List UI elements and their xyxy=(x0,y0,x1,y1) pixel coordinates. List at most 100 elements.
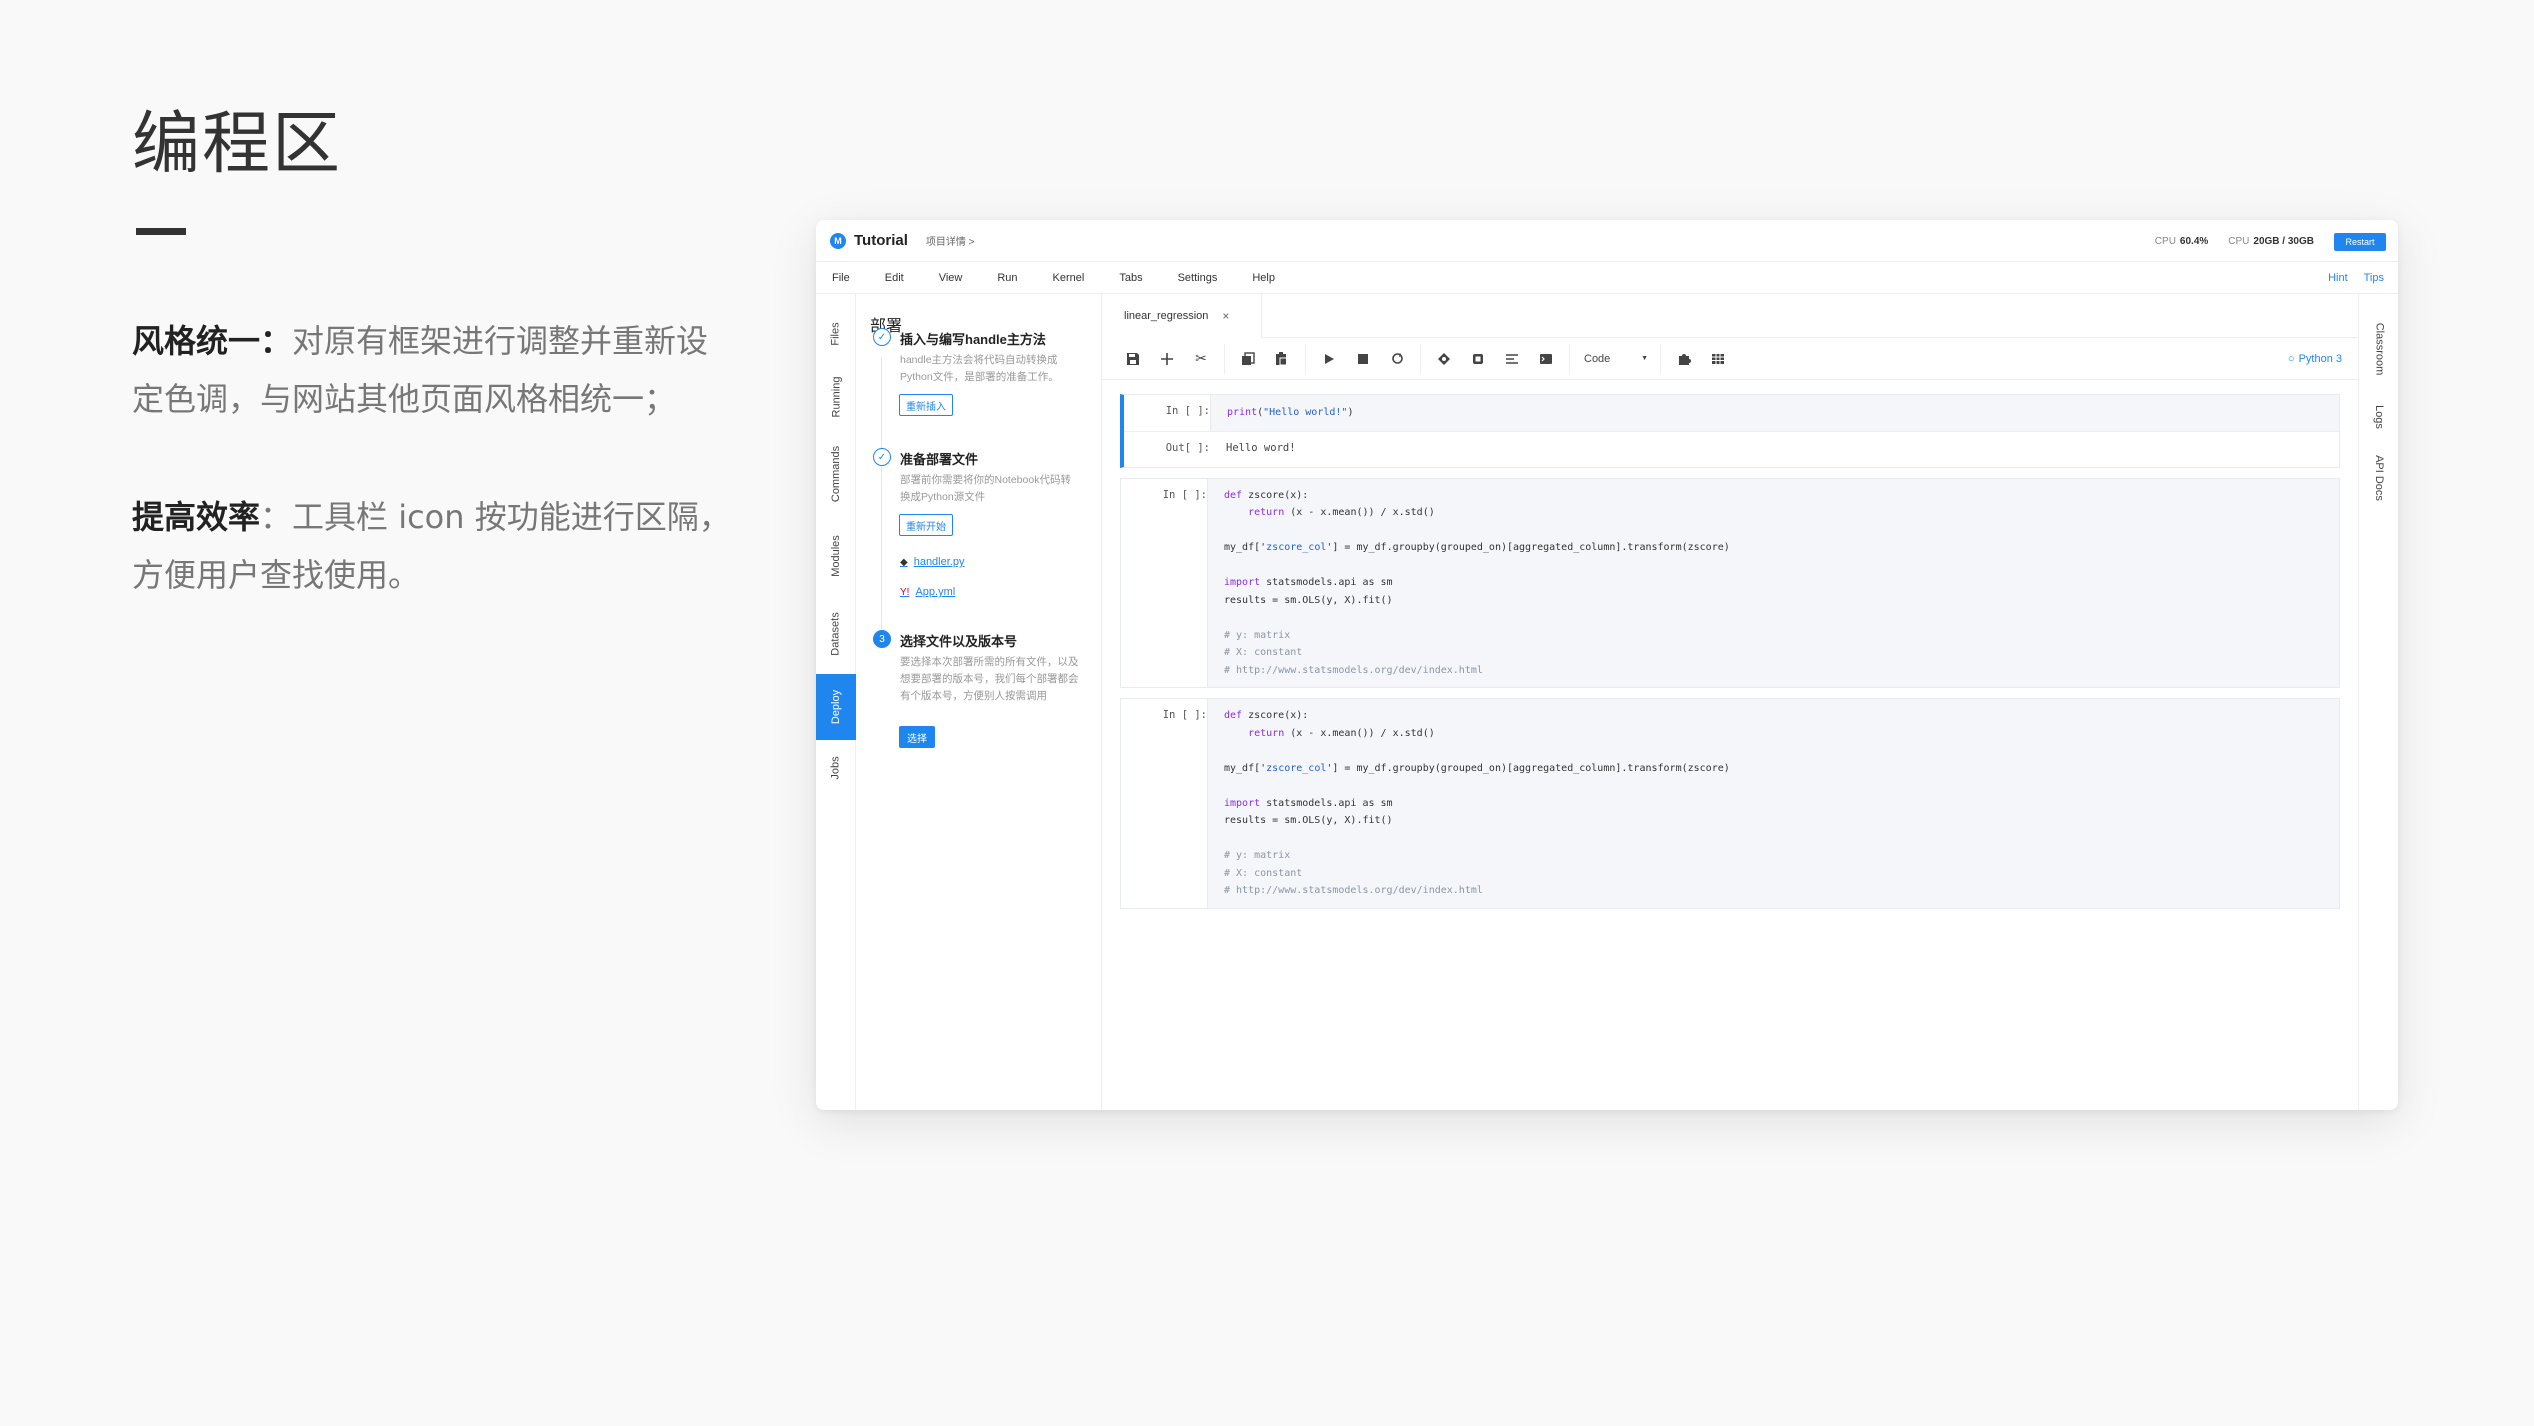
file-link-app[interactable]: Y! App.yml xyxy=(900,586,955,598)
breadcrumb[interactable]: 项目详情 > xyxy=(926,233,975,248)
sidebar-tab-label: API Docs xyxy=(2373,455,2386,501)
format-icon[interactable] xyxy=(1495,344,1529,374)
restart-icon[interactable] xyxy=(1380,344,1414,374)
menu-settings[interactable]: Settings xyxy=(1178,272,1218,284)
code-line: results = sm.OLS(y, X).fit() xyxy=(1224,815,1393,826)
code-comment: # y: matrix xyxy=(1224,850,1291,861)
code-text: statsmodels.api as sm xyxy=(1260,577,1393,588)
notebook-tab-bar: linear_regression × xyxy=(1102,294,2358,338)
scissors-icon[interactable]: ✂ xyxy=(1184,344,1218,374)
code-text: statsmodels.api as sm xyxy=(1260,797,1393,809)
cell-type-select[interactable]: Code ▼ xyxy=(1576,346,1654,372)
resource-stats: CPU 60.4% CPU 20GB / 30GB xyxy=(2155,220,2314,262)
code-comment: # X: constant xyxy=(1224,867,1303,879)
menu-help[interactable]: Help xyxy=(1252,272,1275,284)
restart-prepare-button[interactable]: 重新开始 xyxy=(899,514,953,536)
memory-stat: CPU 20GB / 30GB xyxy=(2228,236,2314,247)
bug-icon[interactable] xyxy=(1427,344,1461,374)
code-keyword: return xyxy=(1248,507,1285,518)
step1-title: 插入与编写handle主方法 xyxy=(900,332,1046,347)
notebook-area: linear_regression × ✂ Code ▼ ○ Python 3 … xyxy=(1102,294,2358,1110)
code-keyword: return xyxy=(1248,727,1285,739)
code-text: '] = my_df.groupby(grouped_on)[aggregate… xyxy=(1326,542,1730,553)
sidebar-tab-label: Running xyxy=(830,376,843,418)
kernel-status[interactable]: ○ Python 3 xyxy=(2288,338,2342,380)
code-cell[interactable]: In [ ]: print("Hello world!") Out[ ]: He… xyxy=(1120,394,2340,468)
sidebar-tab-label: Deploy xyxy=(830,689,842,725)
code-comment: # X: constant xyxy=(1224,647,1303,658)
sidebar-tab-jobs[interactable]: Jobs xyxy=(816,740,856,796)
code-string: "Hello world!" xyxy=(1263,407,1348,418)
sidebar-tab-api-docs[interactable]: API Docs xyxy=(2359,440,2398,516)
output-area: Out[ ]: Hello word! xyxy=(1124,430,2339,467)
menu-kernel[interactable]: Kernel xyxy=(1053,272,1085,284)
code-comment: # http://www.statsmodels.org/dev/index.h… xyxy=(1224,664,1483,676)
stop-icon[interactable] xyxy=(1346,344,1380,374)
run-icon[interactable] xyxy=(1312,344,1346,374)
cpu-stat: CPU 60.4% xyxy=(2155,236,2208,247)
reinsert-button[interactable]: 重新插入 xyxy=(899,394,953,416)
notebook-tab[interactable]: linear_regression × xyxy=(1102,294,1262,338)
copy-icon[interactable] xyxy=(1231,344,1265,374)
puzzle-icon[interactable] xyxy=(1667,344,1701,374)
menu-file[interactable]: File xyxy=(832,272,850,284)
code-editor[interactable]: def zscore(x): return (x - x.mean()) / x… xyxy=(1207,478,2339,687)
table-icon[interactable] xyxy=(1701,344,1735,374)
code-cell[interactable]: In [ ]: def zscore(x): return (x - x.mea… xyxy=(1120,477,2340,688)
code-line: my_df['zscore_col'] = my_df.groupby(grou… xyxy=(1224,760,2323,778)
code-cell[interactable]: In [ ]: def zscore(x): return (x - x.mea… xyxy=(1120,698,2340,909)
restart-button[interactable]: Restart xyxy=(2334,233,2386,251)
code-line: import statsmodels.api as sm xyxy=(1224,574,2323,592)
app-window: M Tutorial 项目详情 > CPU 60.4% CPU 20GB / 30G… xyxy=(816,220,2398,1110)
kernel-idle-icon: ○ xyxy=(2287,353,2295,365)
close-icon[interactable]: × xyxy=(1222,309,1229,323)
code-text: my_df[' xyxy=(1224,762,1267,774)
paste-icon[interactable] xyxy=(1265,344,1299,374)
cpu-icon[interactable] xyxy=(1461,344,1495,374)
menu-tabs[interactable]: Tabs xyxy=(1119,272,1142,284)
right-sidebar: Classroom Logs API Docs xyxy=(2358,294,2398,1110)
menu-edit[interactable]: Edit xyxy=(885,272,904,284)
toolbar-divider xyxy=(1224,343,1225,374)
python-file-icon: ◆ xyxy=(900,556,908,568)
notebook-cells: In [ ]: print("Hello world!") Out[ ]: He… xyxy=(1120,394,2340,919)
sidebar-tab-commands[interactable]: Commands xyxy=(816,430,856,518)
sidebar-tab-files[interactable]: Files xyxy=(816,304,856,364)
code-editor[interactable]: print("Hello world!") xyxy=(1210,395,2339,431)
code-token: ) xyxy=(1347,407,1354,418)
sidebar-tab-datasets[interactable]: Datasets xyxy=(816,594,856,674)
menu-run[interactable]: Run xyxy=(997,272,1017,284)
step2-title: 准备部署文件 xyxy=(900,452,979,467)
select-button[interactable]: 选择 xyxy=(899,726,935,748)
notebook-toolbar: ✂ Code ▼ ○ Python 3 xyxy=(1102,338,2358,380)
title-bar: M Tutorial 项目详情 > CPU 60.4% CPU 20GB / 30G… xyxy=(816,220,2398,262)
description-efficiency-heading: 提高效率 xyxy=(132,498,261,536)
terminal-icon[interactable] xyxy=(1529,344,1563,374)
output-prompt: Out[ ]: xyxy=(1165,441,1210,454)
chevron-down-icon: ▼ xyxy=(1641,355,1648,362)
description-style-heading: 风格统一： xyxy=(132,322,293,360)
sidebar-tab-modules[interactable]: Modules xyxy=(816,518,856,594)
tips-link[interactable]: Tips xyxy=(2364,272,2384,284)
description-style: 风格统一：对原有框架进行调整并重新设定色调，与网站其他页面风格相统一； xyxy=(132,312,732,428)
sidebar-tab-running[interactable]: Running xyxy=(816,364,856,430)
plus-icon[interactable] xyxy=(1150,344,1184,374)
file-link-handler[interactable]: ◆ handler.py xyxy=(900,556,964,568)
save-icon[interactable] xyxy=(1116,344,1150,374)
memory-value: 20GB / 30GB xyxy=(2253,235,2314,247)
menu-view[interactable]: View xyxy=(939,272,963,284)
hint-link[interactable]: Hint xyxy=(2328,272,2348,284)
code-line: import statsmodels.api as sm xyxy=(1224,795,2323,813)
title-underline xyxy=(136,228,186,235)
sidebar-tab-deploy[interactable]: Deploy xyxy=(816,674,856,740)
code-line: results = sm.OLS(y, X).fit() xyxy=(1224,594,1393,606)
code-editor[interactable]: def zscore(x): return (x - x.mean()) / x… xyxy=(1207,699,2339,908)
code-text: '] = my_df.groupby(grouped_on)[aggregate… xyxy=(1326,762,1730,774)
sidebar-tab-logs[interactable]: Logs xyxy=(2359,394,2398,440)
sidebar-tab-classroom[interactable]: Classroom xyxy=(2359,304,2398,394)
code-line: def zscore(x): xyxy=(1224,710,1309,721)
